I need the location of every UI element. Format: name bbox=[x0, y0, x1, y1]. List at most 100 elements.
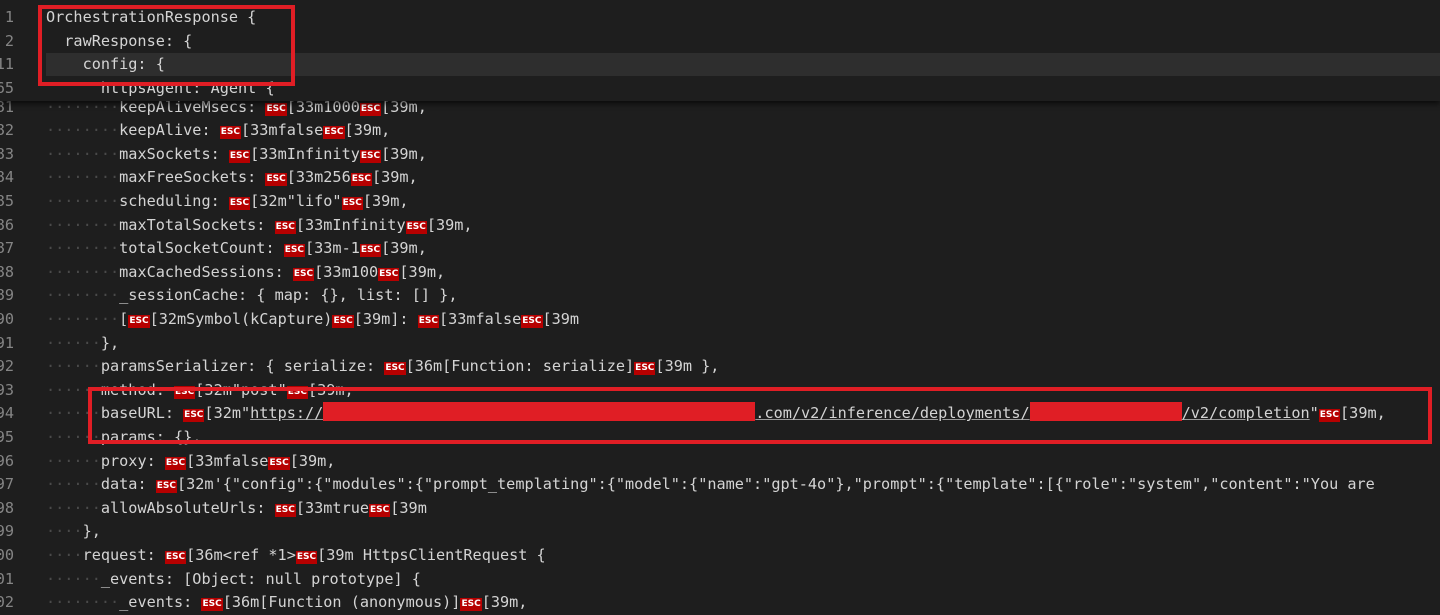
line-number: 91 bbox=[0, 333, 14, 352]
line-number: 98 bbox=[0, 498, 14, 517]
code-token: _sessionCache: { map: {}, list: [] }, bbox=[119, 286, 458, 305]
code-line[interactable]: 82 ········keepAlive: ESC[33mfalseESC[39m… bbox=[0, 119, 1440, 143]
code-line[interactable]: 87 ········totalSocketCount: ESC[33m-1ESC… bbox=[0, 237, 1440, 261]
code-line[interactable]: 86 ········maxTotalSockets: ESC[33mInfini… bbox=[0, 214, 1440, 238]
code-token: paramsSerializer: { serialize: bbox=[100, 357, 385, 376]
code-token: [39m, bbox=[381, 144, 427, 163]
code-token: [39m bbox=[542, 309, 580, 328]
code-token: [39m, bbox=[289, 451, 336, 470]
escape-char-badge: ESC bbox=[369, 503, 391, 517]
code-token: [33mInfinity bbox=[295, 215, 406, 234]
code-text: ······paramsSerializer: { serialize: ESC… bbox=[46, 355, 719, 379]
sticky-line[interactable]: 65 httpsAgent: Agent { bbox=[0, 77, 1440, 101]
code-line[interactable]: 83 ········maxSockets: ESC[33mInfinityESC… bbox=[0, 143, 1440, 167]
line-number: 1 bbox=[4, 8, 14, 26]
code-text: config: { bbox=[46, 55, 165, 74]
code-token: [33mfalse bbox=[241, 121, 324, 140]
code-text: ········maxTotalSockets: ESC[33mInfinity… bbox=[46, 214, 473, 238]
code-line[interactable]: 89 ········_sessionCache: { map: {}, list… bbox=[0, 284, 1440, 308]
code-line[interactable]: 98 ······allowAbsoluteUrls: ESC[33mtrueES… bbox=[0, 497, 1440, 521]
indent-guide: ········ bbox=[46, 144, 120, 163]
line-number: 11 bbox=[0, 55, 14, 74]
indent-guide: ········ bbox=[46, 239, 120, 258]
line-number: 93 bbox=[0, 380, 14, 399]
code-editor[interactable]: 81 ········keepAliveMsecs: ESC[33m1000ESC… bbox=[0, 0, 1440, 612]
code-line[interactable]: 100····request: ESC[36m<ref *1>ESC[39m H… bbox=[0, 544, 1440, 568]
code-line[interactable]: 94 ······baseURL: ESC[32m"https://.com/v2… bbox=[0, 402, 1440, 426]
code-token: maxCachedSessions: bbox=[119, 262, 293, 281]
code-line[interactable]: 88 ········maxCachedSessions: ESC[33m100E… bbox=[0, 261, 1440, 285]
code-token: maxFreeSockets: bbox=[119, 168, 266, 187]
sticky-line[interactable]: 11 config: { bbox=[0, 53, 1440, 77]
code-line[interactable]: 99 ····}, bbox=[0, 520, 1440, 544]
code-token: [32m'{"config":{"modules":{"prompt_templ… bbox=[177, 475, 1375, 494]
escape-char-badge: ESC bbox=[155, 480, 177, 494]
code-line[interactable]: 95 ······params: {}, bbox=[0, 426, 1440, 450]
sticky-scroll-header[interactable]: 1 OrchestrationResponse {2 rawResponse: {… bbox=[0, 0, 1440, 101]
sticky-line[interactable]: 2 rawResponse: { bbox=[0, 30, 1440, 54]
code-line[interactable]: 84 ········maxFreeSockets: ESC[33m256ESC[… bbox=[0, 166, 1440, 190]
base-url-link[interactable]: https:// .com/v2/inference/deployments/ /v… bbox=[250, 402, 1310, 423]
code-line[interactable]: 96 ······proxy: ESC[33mfalseESC[39m, bbox=[0, 450, 1440, 474]
line-number: 101 bbox=[0, 569, 14, 588]
escape-char-badge: ESC bbox=[359, 102, 382, 116]
code-line[interactable]: 97 ······data: ESC[32m'{"config":{"module… bbox=[0, 473, 1440, 497]
code-line[interactable]: 93 ······method: ESC[32m"post"ESC[39m, bbox=[0, 379, 1440, 403]
code-token: data: bbox=[100, 475, 156, 494]
code-text: ······params: {}, bbox=[46, 426, 201, 450]
escape-char-badge: ESC bbox=[265, 102, 287, 116]
code-token: }, bbox=[82, 522, 101, 541]
escape-char-badge: ESC bbox=[460, 598, 482, 612]
escape-char-badge: ESC bbox=[228, 149, 251, 163]
code-token: keepAlive: bbox=[119, 121, 220, 140]
indent-guide: ········ bbox=[46, 286, 120, 305]
indent-guide: ······ bbox=[46, 498, 101, 517]
indent-guide: ······ bbox=[46, 404, 101, 423]
code-line[interactable]: 85 ········scheduling: ESC[32m"lifo"ESC[3… bbox=[0, 190, 1440, 214]
code-token: request: bbox=[82, 545, 165, 564]
code-text: rawResponse: { bbox=[46, 31, 193, 50]
code-text: ······allowAbsoluteUrls: ESC[33mtrueESC[… bbox=[46, 497, 427, 521]
escape-char-badge: ESC bbox=[174, 385, 196, 399]
code-token: method: bbox=[100, 380, 175, 399]
code-text: ······data: ESC[32m'{"config":{"modules"… bbox=[46, 473, 1375, 497]
url-prefix: https:// bbox=[250, 404, 324, 423]
sticky-line[interactable]: 1 OrchestrationResponse { bbox=[0, 6, 1440, 30]
code-token: [32m"post" bbox=[195, 380, 287, 399]
escape-char-badge: ESC bbox=[219, 126, 241, 140]
escape-char-badge: ESC bbox=[1318, 409, 1341, 423]
line-number: 92 bbox=[0, 357, 14, 376]
code-token: [39m HttpsClientRequest { bbox=[317, 545, 546, 564]
code-text: ········maxFreeSockets: ESC[33m256ESC[39… bbox=[46, 166, 418, 190]
indent-guide: ······ bbox=[46, 451, 101, 470]
line-number: 84 bbox=[0, 168, 14, 187]
code-line[interactable]: 102 ········_events: ESC[36m[Function (an… bbox=[0, 591, 1440, 615]
code-line[interactable]: 91 ······}, bbox=[0, 332, 1440, 356]
code-token: _events: bbox=[119, 593, 202, 612]
code-text: ········_events: ESC[36m[Function (anony… bbox=[46, 591, 527, 615]
line-number: 99 bbox=[0, 522, 14, 541]
line-number: 88 bbox=[0, 262, 14, 281]
code-text: ······proxy: ESC[33mfalseESC[39m, bbox=[46, 450, 335, 474]
escape-char-badge: ESC bbox=[164, 456, 187, 470]
code-token: [39m, bbox=[344, 121, 391, 140]
code-token: [39m, bbox=[481, 593, 528, 612]
code-line[interactable]: 92 ······paramsSerializer: { serialize: E… bbox=[0, 355, 1440, 379]
indent-guide: ······ bbox=[46, 569, 101, 588]
code-token: [39m, bbox=[371, 168, 418, 187]
code-token: [33mtrue bbox=[295, 498, 370, 517]
code-token: [33mfalse bbox=[186, 451, 269, 470]
code-token: scheduling: bbox=[119, 191, 229, 210]
indent-guide: ······ bbox=[46, 333, 101, 352]
code-token: [39m, bbox=[1340, 404, 1386, 423]
code-token: allowAbsoluteUrls: bbox=[100, 498, 275, 517]
code-line[interactable]: 90 ········[ESC[32mSymbol(kCapture)ESC[39… bbox=[0, 308, 1440, 332]
redacted-host bbox=[323, 402, 756, 422]
code-text: ····}, bbox=[46, 520, 101, 544]
code-token: [33mInfinity bbox=[250, 144, 360, 163]
code-token: }, bbox=[100, 333, 120, 352]
code-line[interactable]: 101 ······_events: [Object: null prototyp… bbox=[0, 568, 1440, 592]
escape-char-badge: ESC bbox=[283, 244, 305, 258]
url-suffix: /v2/completion bbox=[1181, 404, 1310, 423]
code-token: [33mfalse bbox=[438, 309, 522, 328]
